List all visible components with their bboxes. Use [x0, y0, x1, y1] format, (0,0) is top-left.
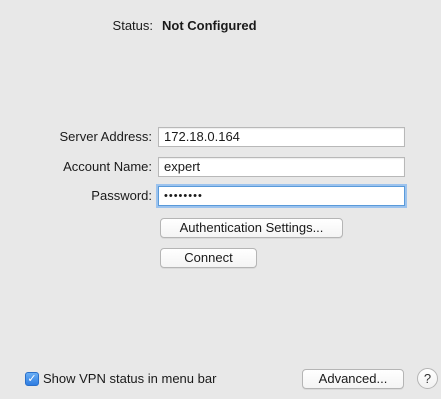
account-name-label: Account Name:: [63, 159, 152, 174]
server-address-field[interactable]: 172.18.0.164: [158, 127, 405, 147]
password-label: Password:: [91, 188, 152, 203]
status-label: Status:: [112, 18, 153, 33]
help-button[interactable]: ?: [417, 368, 438, 389]
authentication-settings-button[interactable]: Authentication Settings...: [160, 218, 343, 238]
server-address-label: Server Address:: [59, 129, 153, 144]
status-value: Not Configured: [162, 18, 257, 33]
show-vpn-status-label: Show VPN status in menu bar: [43, 371, 217, 386]
account-name-field[interactable]: expert: [158, 157, 405, 177]
connect-button[interactable]: Connect: [160, 248, 257, 268]
password-field[interactable]: ••••••••: [158, 186, 405, 206]
show-vpn-status-checkbox[interactable]: ✓: [25, 372, 39, 386]
advanced-button[interactable]: Advanced...: [302, 369, 404, 389]
